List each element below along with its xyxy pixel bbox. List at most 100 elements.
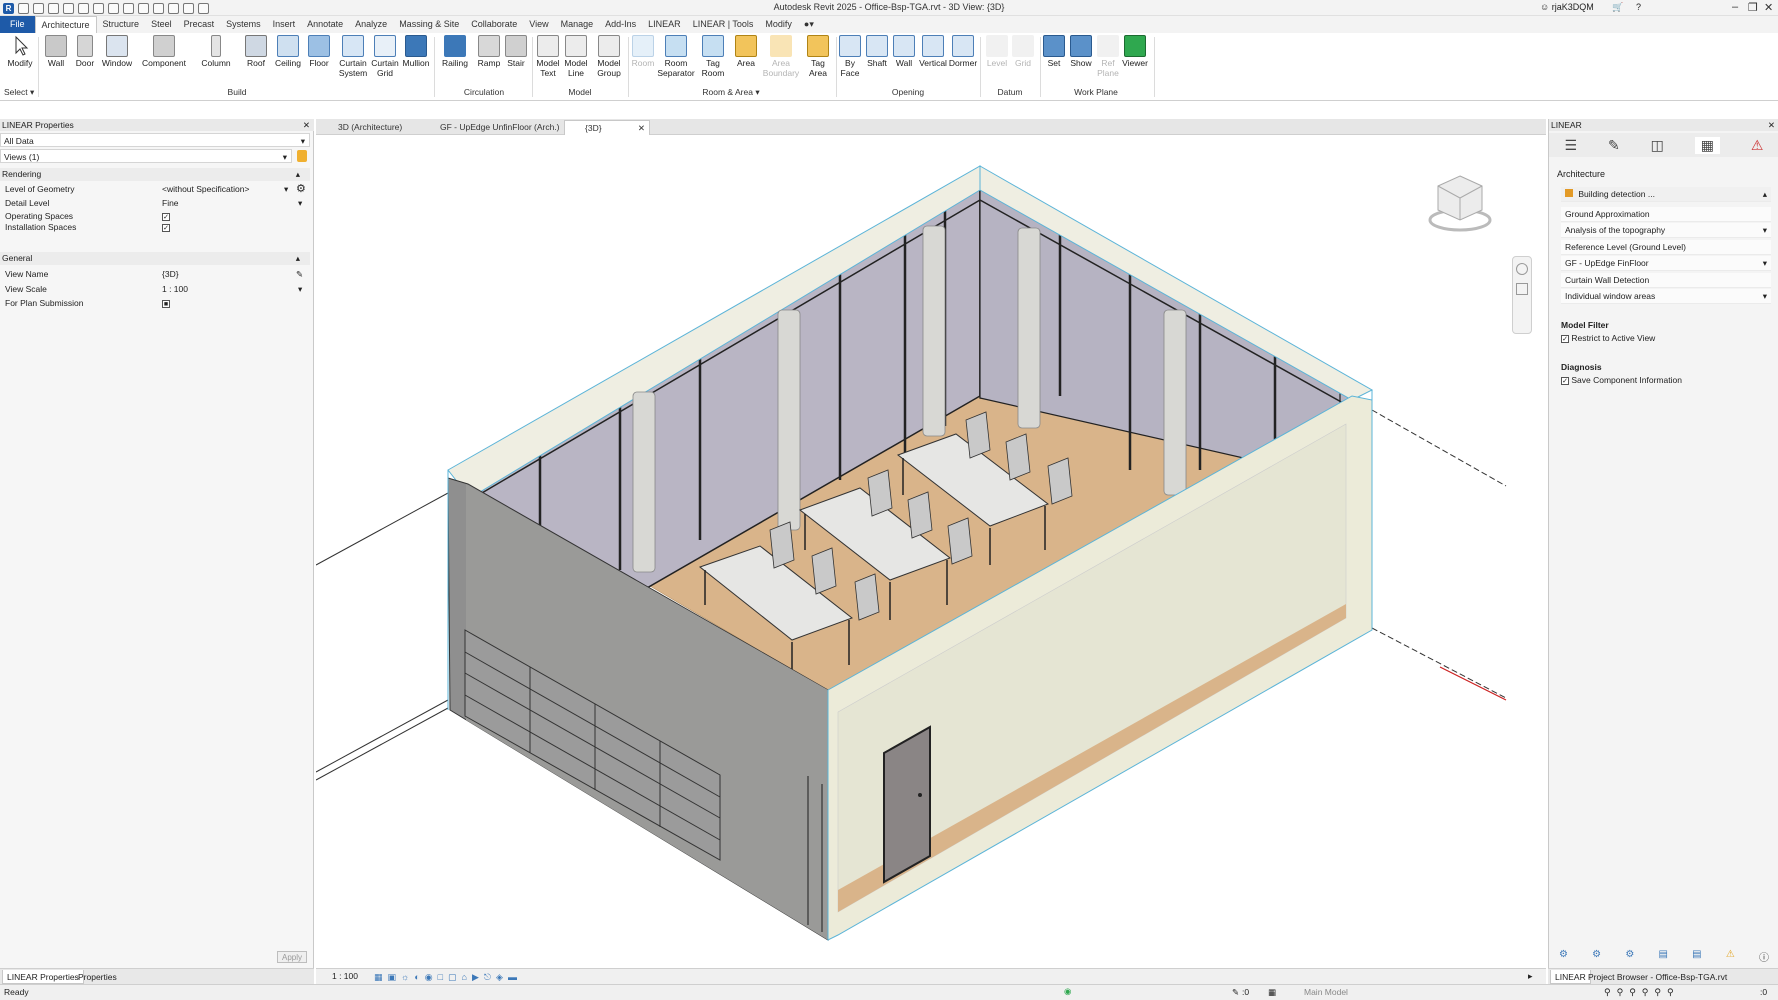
warning-icon[interactable]: ⚠ xyxy=(1726,949,1735,963)
info-icon[interactable]: ⓘ xyxy=(1759,949,1769,964)
model-line-button[interactable]: Model Line xyxy=(562,35,590,78)
close-icon[interactable]: ✕ xyxy=(638,121,645,135)
doc-tab-gf-upedge-unfinfloor[interactable]: GF - UpEdge UnfinFloor (Arch.) xyxy=(420,120,570,135)
individual-window-areas-item[interactable]: Individual window areas ▾ xyxy=(1561,289,1771,304)
lock-icon[interactable] xyxy=(297,150,307,162)
crop-view-icon[interactable]: □ xyxy=(438,972,443,983)
tab-linear-properties[interactable]: LINEAR Properties xyxy=(2,970,84,984)
select-links-icon[interactable]: ⚲ xyxy=(1604,987,1611,998)
close-icon[interactable]: ✕ xyxy=(1768,119,1775,131)
railing-button[interactable]: Railing xyxy=(440,35,470,68)
tab-add-ins[interactable]: Add-Ins xyxy=(599,16,642,33)
scroll-right-icon[interactable]: ▸ xyxy=(1528,971,1533,982)
view-scale[interactable]: 1 : 100 xyxy=(332,971,358,981)
editable-only-icon[interactable]: ✎ xyxy=(1232,987,1239,998)
tool-icon[interactable]: ⚙ xyxy=(1592,949,1601,963)
restore-icon[interactable]: ❐ xyxy=(1748,1,1758,14)
wall-opening-button[interactable]: Wall xyxy=(892,35,916,68)
tab-annotate[interactable]: Annotate xyxy=(301,16,349,33)
help-icon[interactable]: ? xyxy=(1636,2,1641,12)
worksharing-icon[interactable]: ◉ xyxy=(1064,986,1071,997)
views-dropdown[interactable]: Views (1) ▾ xyxy=(0,149,292,163)
select-pinned-icon[interactable]: ⚲ xyxy=(1629,987,1636,998)
drag-elements-icon[interactable]: ⚲ xyxy=(1654,987,1661,998)
plan-submission-checkbox[interactable]: ■ xyxy=(162,300,170,308)
wall-button[interactable]: Wall xyxy=(42,35,70,68)
shadows-icon[interactable]: ◐ xyxy=(414,972,419,983)
tab-file[interactable]: File xyxy=(0,16,35,33)
layers-icon[interactable]: ▤ xyxy=(1659,949,1668,963)
column-button[interactable]: Column xyxy=(200,35,232,68)
ref-plane-button[interactable]: Ref Plane xyxy=(1096,35,1120,78)
apply-button[interactable]: Apply xyxy=(277,951,307,963)
general-section-header[interactable]: General ▴ xyxy=(0,252,310,265)
tab-insert[interactable]: Insert xyxy=(267,16,302,33)
tag-area-button[interactable]: Tag Area xyxy=(804,35,832,78)
topography-analysis-item[interactable]: Analysis of the topography ▾ xyxy=(1561,223,1771,238)
visual-style-icon[interactable]: ▣ xyxy=(388,972,397,983)
edit-icon[interactable]: ✎ xyxy=(296,267,303,281)
warning-icon[interactable]: ⚠ xyxy=(1751,137,1764,154)
property-row-view-scale[interactable]: View Scale 1 : 100 ▾ xyxy=(0,282,310,296)
vertical-button[interactable]: Vertical xyxy=(918,35,948,68)
set-button[interactable]: Set xyxy=(1042,35,1066,68)
active-model[interactable]: Main Model xyxy=(1304,987,1348,997)
tab-systems[interactable]: Systems xyxy=(220,16,267,33)
room-button[interactable]: Room xyxy=(630,35,656,68)
tab-project-browser[interactable]: Project Browser - Office-Bsp-TGA.rvt xyxy=(1584,970,1731,984)
tab-linear[interactable]: LINEAR xyxy=(642,16,687,33)
curtain-grid-button[interactable]: Curtain Grid xyxy=(370,35,400,78)
select-underlay-icon[interactable]: ⚲ xyxy=(1617,987,1624,998)
panel-room-area-label[interactable]: Room & Area ▾ xyxy=(630,87,832,98)
temporary-hide-icon[interactable]: ▶ xyxy=(472,972,479,983)
tab-architecture[interactable]: Architecture xyxy=(34,16,97,33)
3d-viewport[interactable] xyxy=(316,136,1534,968)
zoom-icon[interactable] xyxy=(1516,283,1528,295)
curtain-system-button[interactable]: Curtain System xyxy=(336,35,370,78)
model-text-button[interactable]: Model Text xyxy=(534,35,562,78)
tool-icon[interactable]: ⚙ xyxy=(1625,949,1634,963)
curtain-wall-detection-item[interactable]: Curtain Wall Detection xyxy=(1561,273,1771,288)
tab-precast[interactable]: Precast xyxy=(178,16,221,33)
cart-icon[interactable]: 🛒 xyxy=(1612,2,1623,13)
tag-room-button[interactable]: Tag Room xyxy=(698,35,728,78)
select-by-face-icon[interactable]: ⚲ xyxy=(1642,987,1649,998)
filter-dropdown[interactable]: All Data ▾ xyxy=(0,133,310,147)
installation-spaces-checkbox[interactable]: ✓ xyxy=(162,224,170,232)
ramp-button[interactable]: Ramp xyxy=(476,35,502,68)
roof-button[interactable]: Roof xyxy=(242,35,270,68)
rendering-section-header[interactable]: Rendering ▴ xyxy=(0,168,310,181)
highlight-displacement-icon[interactable]: ▬ xyxy=(508,972,517,983)
gf-upedge-finfloor-item[interactable]: GF - UpEdge FinFloor ▾ xyxy=(1561,256,1771,271)
tab-properties[interactable]: Properties xyxy=(74,970,121,984)
area-button[interactable]: Area xyxy=(732,35,760,68)
close-icon[interactable]: ✕ xyxy=(303,119,310,131)
menu-icon[interactable]: ☰ xyxy=(1564,137,1577,154)
floor-button[interactable]: Floor xyxy=(306,35,332,68)
tab-linear-tools[interactable]: LINEAR | Tools xyxy=(687,16,760,33)
close-icon[interactable]: ✕ xyxy=(1764,1,1773,14)
gear-icon[interactable]: ⚙ xyxy=(296,182,306,196)
tab-manage[interactable]: Manage xyxy=(555,16,600,33)
columns-icon[interactable]: ◫ xyxy=(1651,137,1664,154)
analytical-model-icon[interactable]: ◈ xyxy=(496,972,503,983)
grid-button[interactable]: Grid xyxy=(1010,35,1036,68)
doc-tab-3d[interactable]: {3D} ✕ xyxy=(564,120,650,135)
layers-icon[interactable]: ▤ xyxy=(1692,949,1701,963)
render-icon[interactable]: ◉ xyxy=(425,972,433,983)
component-button[interactable]: Component xyxy=(140,35,188,68)
mullion-button[interactable]: Mullion xyxy=(401,35,431,68)
property-row-view-name[interactable]: View Name {3D} ✎ xyxy=(0,267,310,281)
restrict-active-view-option[interactable]: ✓ Restrict to Active View xyxy=(1561,333,1655,343)
sun-path-icon[interactable]: ☼ xyxy=(401,972,409,983)
tab-analyze[interactable]: Analyze xyxy=(349,16,393,33)
by-face-button[interactable]: By Face xyxy=(838,35,862,78)
minimize-icon[interactable]: – xyxy=(1732,1,1738,13)
door-button[interactable]: Door xyxy=(72,35,98,68)
dormer-button[interactable]: Dormer xyxy=(948,35,978,68)
lock-view-icon[interactable]: ⌂ xyxy=(462,972,467,983)
stair-button[interactable]: Stair xyxy=(504,35,528,68)
steering-wheel-icon[interactable] xyxy=(1516,263,1528,275)
room-separator-button[interactable]: Room Separator xyxy=(656,35,696,78)
tab-massing-site[interactable]: Massing & Site xyxy=(393,16,465,33)
